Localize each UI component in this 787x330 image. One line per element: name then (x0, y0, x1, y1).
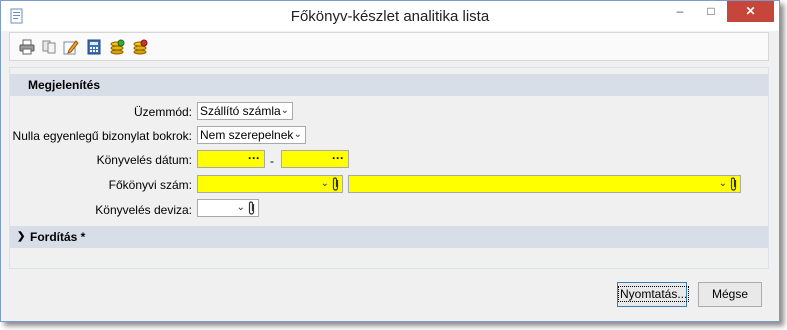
coins-red-icon[interactable] (132, 39, 148, 55)
posting-date-from-input[interactable]: ··· (197, 150, 265, 168)
gl-account-name-select[interactable]: ⌄ (348, 175, 741, 193)
mode-select[interactable]: Szállító számla ⌄ (197, 102, 293, 120)
copy-icon[interactable] (41, 39, 57, 55)
section-translation-label: Fordítás * (30, 230, 86, 244)
posting-currency-label: Könyvelés deviza: (95, 203, 192, 217)
maximize-button[interactable]: □ (697, 1, 725, 22)
chevron-down-icon: ⌄ (320, 178, 329, 189)
chevron-down-icon: ⌄ (718, 178, 727, 189)
print-icon[interactable] (19, 39, 35, 55)
date-range-separator: - (270, 154, 274, 168)
chevron-down-icon: ⌄ (280, 105, 289, 116)
date-picker-icon[interactable]: ··· (332, 150, 344, 166)
toolbar (9, 32, 769, 61)
zero-balance-select[interactable]: Nem szerepelnek ⌄ (197, 126, 306, 144)
date-picker-icon[interactable]: ··· (248, 150, 260, 166)
posting-currency-select[interactable]: ⌄ (197, 199, 259, 217)
minimize-button[interactable]: – (666, 1, 694, 22)
section-display-header[interactable]: Megjelenítés (10, 74, 768, 96)
gl-account-select[interactable]: ⌄ (197, 175, 343, 193)
cancel-button[interactable]: Mégse (698, 282, 762, 307)
mode-label: Üzemmód: (133, 105, 192, 119)
title-bar[interactable]: Főkönyv-készlet analitika lista – □ ✕ (1, 1, 779, 31)
coins-green-icon[interactable] (109, 39, 125, 55)
paperclip-icon[interactable] (332, 177, 340, 191)
calculator-icon[interactable] (86, 39, 102, 55)
section-display-label: Megjelenítés (28, 78, 101, 92)
chevron-down-icon: ❯ (17, 231, 26, 242)
gl-account-label: Főkönyvi szám: (108, 178, 192, 192)
chevron-down-icon: ⌄ (236, 202, 245, 213)
zero-balance-value: Nem szerepelnek (200, 128, 294, 142)
close-button[interactable]: ✕ (727, 1, 774, 22)
filter-panel: Megjelenítés ❯ Fordítás * (9, 67, 769, 269)
posting-date-to-input[interactable]: ··· (281, 150, 349, 168)
print-button[interactable]: Nyomtatás... (617, 282, 690, 307)
edit-icon[interactable] (63, 39, 79, 55)
chevron-down-icon: ⌄ (293, 129, 302, 140)
dialog-window: Főkönyv-készlet analitika lista – □ ✕ Me… (0, 0, 780, 322)
section-translation-header[interactable]: ❯ Fordítás * (10, 226, 768, 248)
zero-balance-label: Nulla egyenlegű bizonylat bokrok: (12, 129, 192, 143)
window-title: Főkönyv-készlet analitika lista (290, 8, 490, 25)
mode-value: Szállító számla (200, 104, 281, 118)
paperclip-icon[interactable] (730, 177, 738, 191)
print-button-label: Nyomtatás... (618, 286, 690, 302)
paperclip-icon[interactable] (248, 201, 256, 215)
posting-date-label: Könyvelés dátum: (96, 153, 192, 167)
